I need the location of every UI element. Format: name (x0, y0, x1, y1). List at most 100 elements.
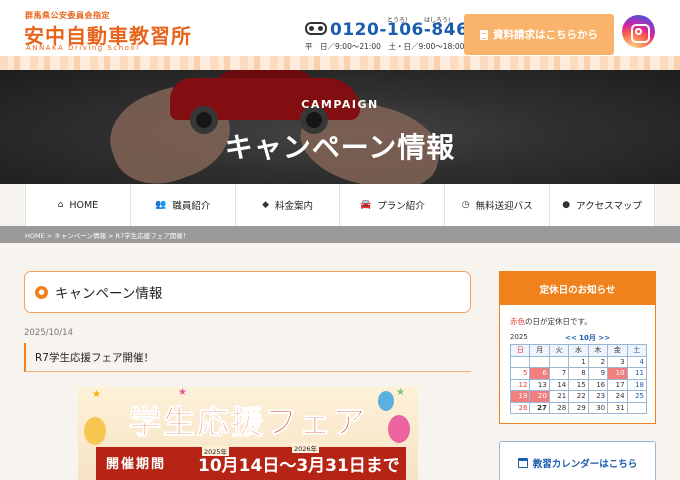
calendar-day: 28 (548, 401, 570, 414)
calendar-day: 8 (568, 367, 589, 380)
calendar-day: 18 (626, 378, 648, 391)
nav-item-staff[interactable]: 👥 職員紹介 (131, 184, 236, 226)
nav-item-access-map[interactable]: ● アクセスマップ (550, 184, 655, 226)
calendar-day: 7 (548, 367, 570, 380)
logo-english: ANNAKA Driving School (26, 44, 140, 52)
request-materials-label: 資料請求はこちらから (493, 29, 598, 41)
map-pin-icon: ● (562, 200, 571, 210)
calendar-month-nav[interactable]: << 10月 >> (565, 333, 610, 343)
hero-banner: CAMPAIGN キャンペーン情報 (0, 70, 680, 184)
nav-label: 無料送迎バス (475, 201, 533, 212)
free-dial-icon (305, 22, 327, 35)
calendar-day: 19 (509, 390, 531, 403)
section-title: キャンペーン情報 (55, 286, 163, 302)
calendar-day: 29 (568, 401, 589, 414)
calendar-day: 9 (587, 367, 609, 380)
calendar-day: 23 (587, 390, 609, 403)
calendar-week-row: 19 20 21 22 23 24 25 (509, 390, 648, 403)
calendar-day: 30 (587, 401, 609, 414)
calendar-day: 20 (529, 390, 550, 403)
calendar-day: 24 (607, 390, 628, 403)
calendar-day: 14 (548, 378, 570, 391)
business-hours: 平 日／9:00～21:00 土・日／9:00～18:00 (305, 42, 465, 51)
skyline-decoration (0, 56, 680, 70)
calendar-weekday: 金 (607, 344, 628, 357)
users-icon: 👥 (155, 200, 167, 210)
banner-period-label: 開催期間 (106, 457, 167, 472)
calendar-week-row: 5 6 7 8 9 10 11 (509, 367, 648, 380)
calendar-day: 17 (607, 378, 628, 391)
calendar-day: 12 (509, 378, 531, 391)
calendar-weekday: 月 (529, 344, 550, 357)
banner-title: 学生応援フェア (128, 403, 367, 442)
calendar-grid: 日月火水木金土 1 2 3 4 5 6 7 8 9 10 11 12 13 14 15 16 17 18 19 20 21… (509, 344, 648, 414)
calendar-day: 16 (587, 378, 609, 391)
holiday-calendar-widget: 定休日のお知らせ 赤色の日が定休日です。 2025 << 10月 >> 日月火水… (499, 271, 656, 424)
calendar-day: 11 (626, 367, 648, 380)
holiday-note: 赤色の日が定休日です。 (510, 316, 592, 327)
calendar-day: 5 (509, 367, 531, 380)
calendar-empty-cell (626, 401, 648, 414)
calendar-day: 1 (568, 355, 589, 368)
calendar-header: 2025 << 10月 >> (510, 333, 647, 343)
calendar-day: 13 (529, 378, 550, 391)
calendar-day: 10 (607, 367, 628, 380)
clock-icon: ◷ (461, 200, 470, 210)
request-materials-button[interactable]: 資料請求はこちらから (464, 14, 614, 55)
calendar-icon (517, 458, 528, 468)
nav-item-home[interactable]: ⌂ HOME (25, 184, 131, 226)
home-icon: ⌂ (57, 200, 64, 210)
hero-title: キャンペーン情報 (224, 131, 456, 164)
instagram-icon[interactable] (622, 15, 655, 48)
banner-dates: 10月14日～3月31日まで (198, 456, 400, 476)
post-date: 2025/10/14 (24, 328, 73, 338)
nav-item-shuttle-bus[interactable]: ◷ 無料送迎バス (445, 184, 551, 226)
site-header: 群馬県公安委員会指定 安中自動車教習所 ANNAKA Driving Schoo… (0, 0, 680, 70)
calendar-day: 21 (548, 390, 570, 403)
calendar-day: 4 (626, 355, 648, 368)
nav-label: 料金案内 (275, 201, 314, 212)
global-nav: ⌂ HOME 👥 職員紹介 ◆ 料金案内 🚘 プラン紹介 ◷ 無料送迎バス ● … (25, 184, 655, 226)
calendar-week-row: 1234 (509, 355, 648, 368)
calendar-weekday: 火 (548, 344, 570, 357)
calendar-weekday: 木 (587, 344, 609, 357)
calendar-weekday: 日 (509, 344, 531, 357)
calendar-day: 25 (626, 390, 648, 403)
post-title: R7学生応援フェア開催！ (24, 343, 471, 372)
section-heading: ● キャンペーン情報 (24, 271, 471, 313)
nav-item-plans[interactable]: 🚘 プラン紹介 (340, 184, 446, 226)
nav-item-pricing[interactable]: ◆ 料金案内 (236, 184, 341, 226)
calendar-day: 31 (607, 401, 628, 414)
calendar-week-row: 12 13 14 15 16 17 18 (509, 378, 648, 391)
calendar-day: 6 (529, 367, 550, 380)
campaign-banner-image: ★ ★ ★ 学生応援フェア 開催期間 2025年 2026年 10月14日～3月… (78, 387, 418, 480)
nav-label: プラン紹介 (377, 201, 425, 212)
nav-label: アクセスマップ (576, 201, 642, 212)
calendar-empty-cell (529, 355, 550, 368)
calendar-day: 3 (607, 355, 628, 368)
calendar-weekday-row: 日月火水木金土 (509, 344, 648, 357)
holiday-note-red: 赤色 (510, 317, 525, 326)
calendar-day: 26 (509, 401, 531, 414)
car-icon: 🚘 (360, 200, 372, 210)
holiday-note-text: の日が定休日です。 (525, 317, 592, 326)
hero-subtitle: CAMPAIGN (301, 98, 379, 111)
calendar-week-row: 26 27 28 29 30 31 (509, 401, 648, 414)
calendar-weekday: 土 (626, 344, 648, 357)
lesson-calendar-label: 教習カレンダーはこちら (532, 459, 638, 470)
nav-label: HOME (69, 199, 99, 211)
section-icon: ● (35, 285, 48, 299)
phone-number[interactable]: 0120-106-846 (330, 20, 468, 40)
calendar-empty-cell (548, 355, 570, 368)
calendar-day: 22 (568, 390, 589, 403)
calendar-empty-cell (509, 355, 531, 368)
calendar-day: 27 (529, 401, 550, 414)
calendar-weekday: 水 (568, 344, 589, 357)
calendar-day: 15 (568, 378, 589, 391)
calendar-year: 2025 (510, 333, 528, 341)
breadcrumb: HOME > キャンペーン情報 > R7学生応援フェア開催！ (0, 226, 680, 243)
tag-icon: ◆ (262, 200, 270, 210)
breadcrumb-text[interactable]: HOME > キャンペーン情報 > R7学生応援フェア開催！ (25, 230, 189, 240)
lesson-calendar-button[interactable]: 教習カレンダーはこちら (499, 441, 656, 480)
calendar-day: 2 (587, 355, 609, 368)
